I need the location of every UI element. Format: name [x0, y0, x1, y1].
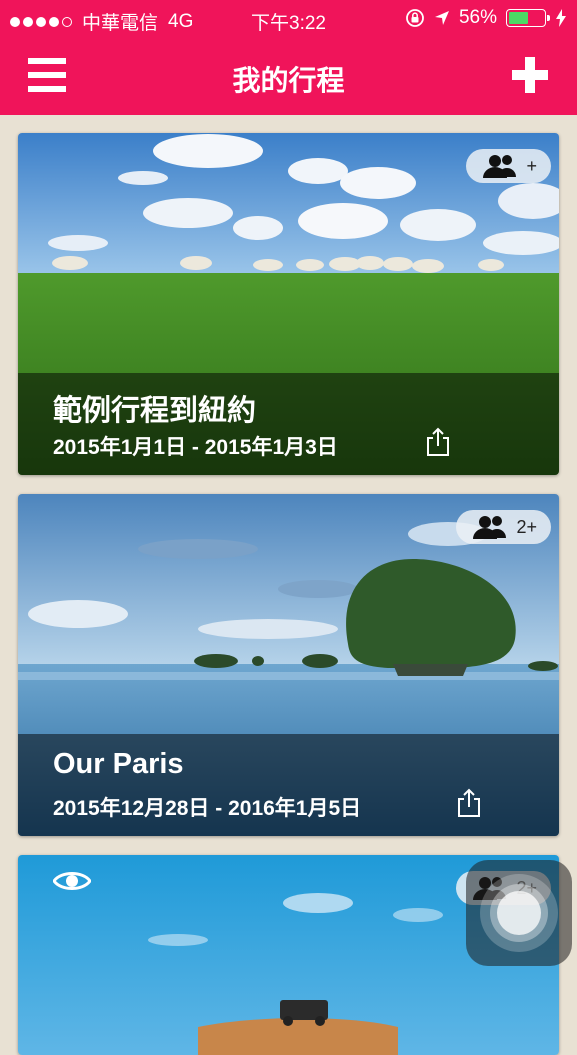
- trip-caption: Our Paris 2015年12月28日 - 2016年1月5日: [18, 734, 559, 836]
- members-count: +: [526, 155, 537, 176]
- status-bar: 中華電信 4G 下午3:22 56%: [0, 0, 577, 37]
- trip-card[interactable]: 2+ Our Paris 2015年12月28日 - 2016年1月5日: [18, 494, 559, 836]
- add-trip-plus-icon[interactable]: [512, 57, 548, 93]
- location-arrow-icon: [434, 11, 449, 25]
- share-icon[interactable]: [456, 788, 482, 818]
- trip-members-badge[interactable]: +: [466, 149, 551, 183]
- trip-card[interactable]: + 範例行程到紐約 2015年1月1日 - 2015年1月3日: [18, 133, 559, 475]
- trip-title: Our Paris: [53, 748, 184, 780]
- members-count: 2+: [516, 516, 537, 537]
- navigation-bar: 我的行程: [0, 37, 577, 115]
- trip-dates: 2015年1月1日 - 2015年1月3日: [53, 436, 338, 459]
- share-icon[interactable]: [425, 427, 451, 457]
- battery-percent: 56%: [458, 7, 497, 28]
- battery-level: [509, 12, 529, 24]
- trip-caption: 範例行程到紐約 2015年1月1日 - 2015年1月3日: [18, 373, 559, 475]
- rotation-lock-icon: [406, 9, 424, 27]
- group-icon: [473, 516, 507, 539]
- trip-title: 範例行程到紐約: [53, 395, 257, 427]
- assistive-touch-button[interactable]: [466, 860, 572, 966]
- charging-bolt-icon: [556, 9, 566, 27]
- page-title: 我的行程: [232, 65, 345, 96]
- group-icon: [483, 155, 517, 178]
- eye-icon: [53, 872, 91, 890]
- trip-dates: 2015年12月28日 - 2016年1月5日: [53, 797, 362, 820]
- battery-icon: [506, 9, 550, 27]
- trip-members-badge[interactable]: 2+: [456, 510, 551, 544]
